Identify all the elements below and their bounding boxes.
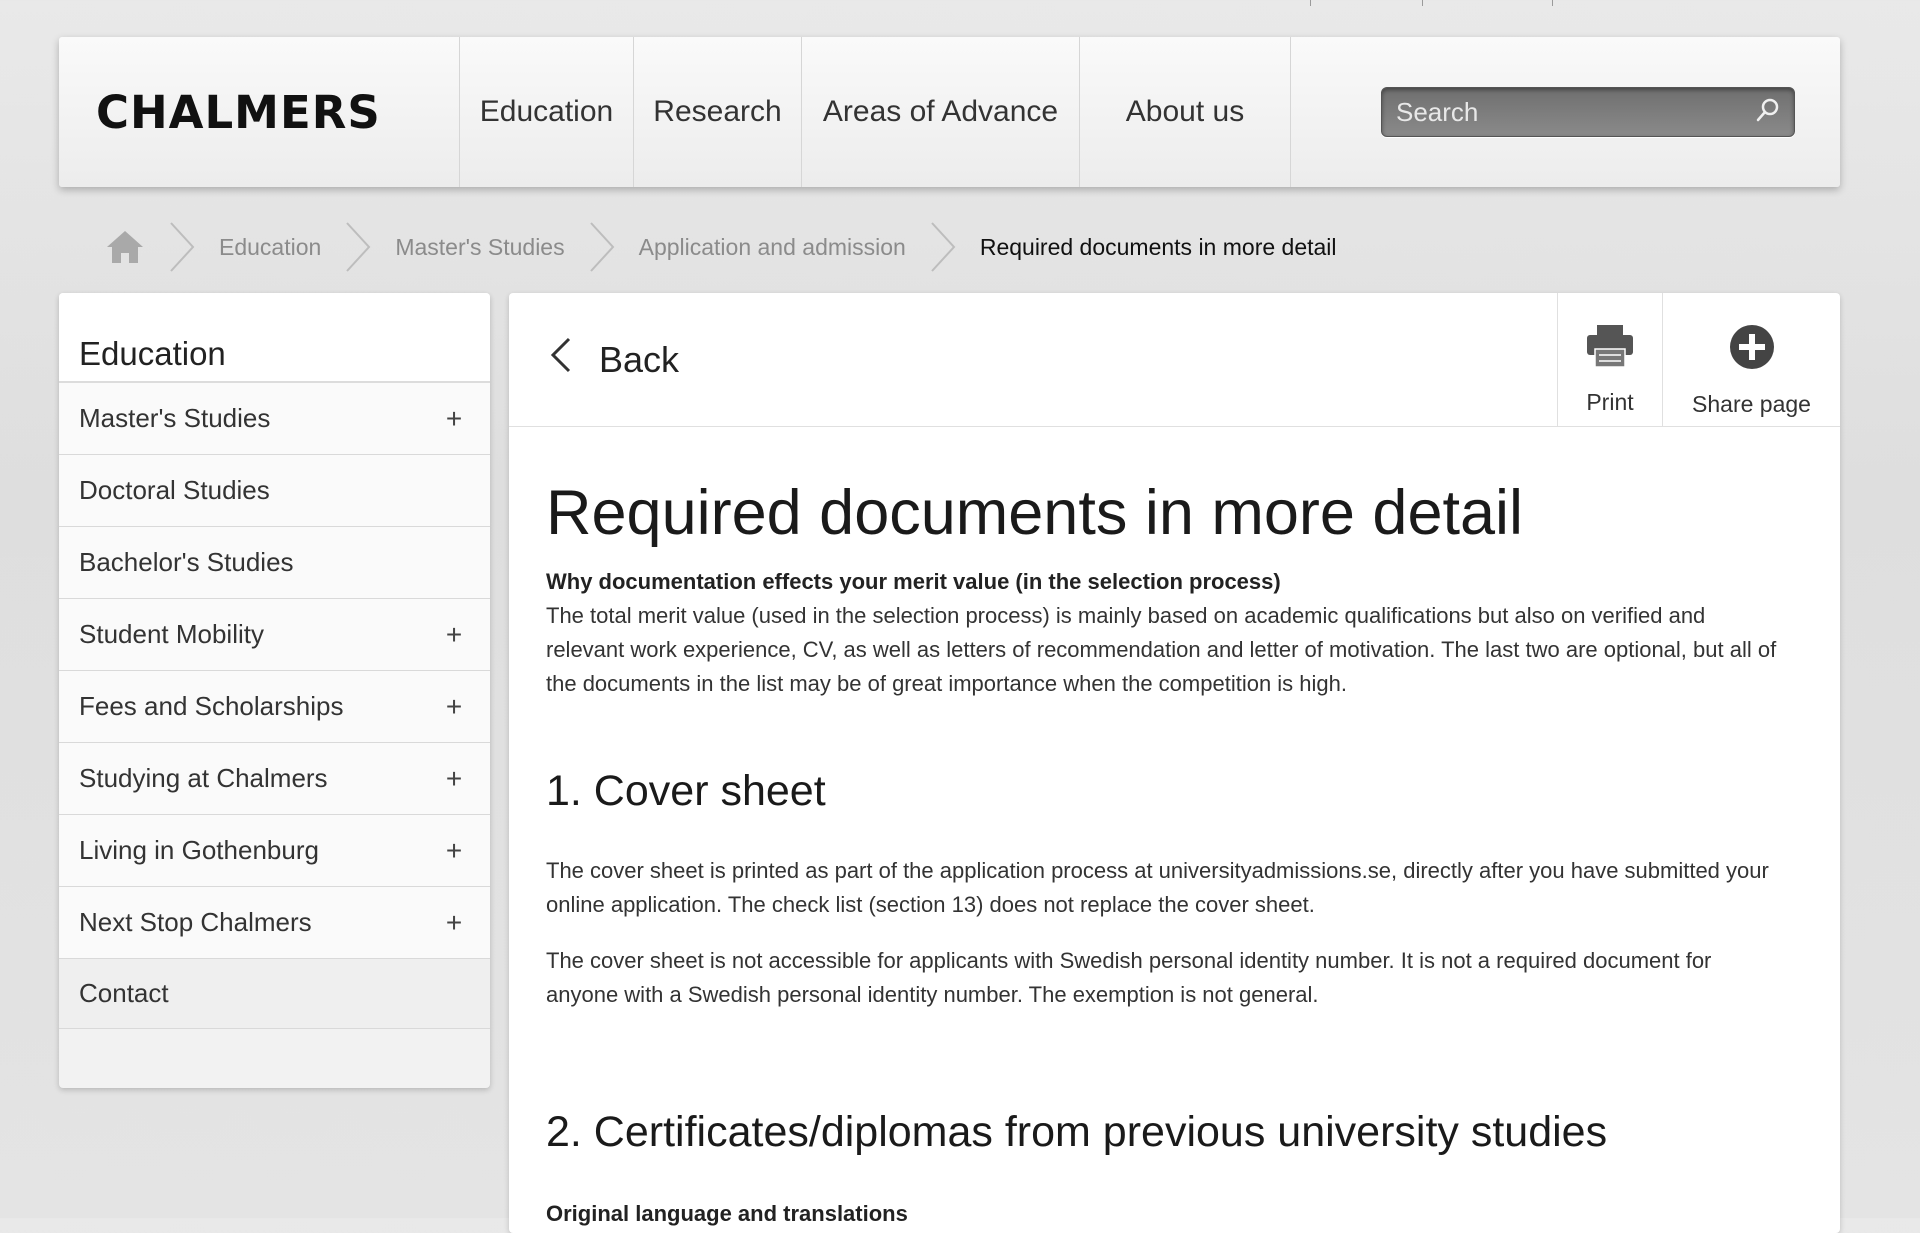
breadcrumb-current: Required documents in more detail: [979, 233, 1337, 260]
plus-circle-icon: [1728, 323, 1776, 377]
cover-sheet-paragraph-2: The cover sheet is not accessible for ap…: [546, 948, 1712, 1007]
sidebar-item-contact[interactable]: Contact: [59, 959, 490, 1029]
search-area: [1291, 37, 1840, 187]
plus-icon[interactable]: +: [442, 835, 466, 867]
sidebar-nav: Education Master's Studies + Doctoral St…: [59, 293, 490, 1088]
breadcrumb-separator-icon: [587, 221, 617, 273]
home-icon[interactable]: [105, 229, 145, 265]
breadcrumb-separator-icon: [167, 221, 197, 273]
breadcrumb-separator-icon: [928, 221, 958, 273]
cover-sheet-paragraph-1: The cover sheet is printed as part of th…: [546, 858, 1769, 917]
translations-subheading: Original language and translations: [546, 1201, 908, 1226]
sidebar-title: Education: [59, 293, 490, 383]
section-certificates-heading: 2. Certificates/diplomas from previous u…: [546, 1108, 1608, 1156]
search-icon[interactable]: [1754, 96, 1782, 129]
search-box: [1381, 87, 1795, 137]
plus-icon[interactable]: +: [442, 619, 466, 651]
sidebar-item-label: Contact: [79, 978, 169, 1008]
sidebar-item-fees-scholarships[interactable]: Fees and Scholarships +: [59, 671, 490, 743]
lead-paragraph: The total merit value (used in the selec…: [546, 603, 1777, 696]
main-content-panel: Back Print Share page Required documents…: [509, 293, 1840, 1233]
back-button[interactable]: Back: [509, 293, 1557, 426]
search-input[interactable]: [1394, 95, 1754, 129]
plus-icon[interactable]: +: [442, 763, 466, 795]
plus-icon[interactable]: +: [442, 403, 466, 435]
chevron-left-icon: [549, 335, 599, 384]
breadcrumb-separator-icon: [343, 221, 373, 273]
printer-icon: [1585, 323, 1635, 375]
share-page-button[interactable]: Share page: [1662, 293, 1840, 426]
share-page-label: Share page: [1692, 391, 1811, 417]
sidebar-item-label: Bachelor's Studies: [79, 547, 294, 577]
sidebar-item-student-mobility[interactable]: Student Mobility +: [59, 599, 490, 671]
chalmers-logo[interactable]: CHALMERS: [59, 37, 460, 187]
breadcrumb-application-admission[interactable]: Application and admission: [617, 234, 928, 261]
sidebar-item-bachelors-studies[interactable]: Bachelor's Studies: [59, 527, 490, 599]
lead-heading: Why documentation effects your merit val…: [546, 569, 1281, 594]
sidebar-item-label: Fees and Scholarships: [79, 691, 344, 721]
sidebar-item-living-in-gothenburg[interactable]: Living in Gothenburg +: [59, 815, 490, 887]
sidebar-item-masters-studies[interactable]: Master's Studies +: [59, 383, 490, 455]
sidebar-item-label: Student Mobility: [79, 619, 264, 649]
section-cover-sheet-heading: 1. Cover sheet: [546, 767, 826, 815]
sidebar-item-studying-at-chalmers[interactable]: Studying at Chalmers +: [59, 743, 490, 815]
article-content: Required documents in more detail Why do…: [509, 477, 1840, 1227]
plus-icon[interactable]: +: [442, 691, 466, 723]
sidebar-item-next-stop-chalmers[interactable]: Next Stop Chalmers +: [59, 887, 490, 959]
nav-areas-of-advance[interactable]: Areas of Advance: [802, 37, 1080, 187]
nav-education[interactable]: Education: [460, 37, 634, 187]
print-label: Print: [1586, 389, 1634, 415]
plus-icon[interactable]: +: [442, 907, 466, 939]
breadcrumb-masters-studies[interactable]: Master's Studies: [373, 234, 586, 261]
page-title: Required documents in more detail: [546, 478, 1524, 548]
nav-about-us[interactable]: About us: [1080, 37, 1291, 187]
sidebar-item-doctoral-studies[interactable]: Doctoral Studies: [59, 455, 490, 527]
back-label: Back: [599, 338, 680, 380]
breadcrumb: Education Master's Studies Application a…: [105, 218, 1359, 276]
sidebar-item-label: Master's Studies: [79, 403, 271, 433]
site-header: CHALMERS Education Research Areas of Adv…: [59, 37, 1840, 187]
sidebar-item-label: Doctoral Studies: [79, 475, 270, 505]
sidebar-item-label: Studying at Chalmers: [79, 763, 328, 793]
print-button[interactable]: Print: [1557, 293, 1662, 426]
sidebar-item-label: Living in Gothenburg: [79, 835, 319, 865]
nav-research[interactable]: Research: [634, 37, 802, 187]
sidebar-item-label: Next Stop Chalmers: [79, 907, 312, 937]
content-toolbar: Back Print Share page: [509, 293, 1840, 427]
breadcrumb-education[interactable]: Education: [197, 234, 343, 261]
